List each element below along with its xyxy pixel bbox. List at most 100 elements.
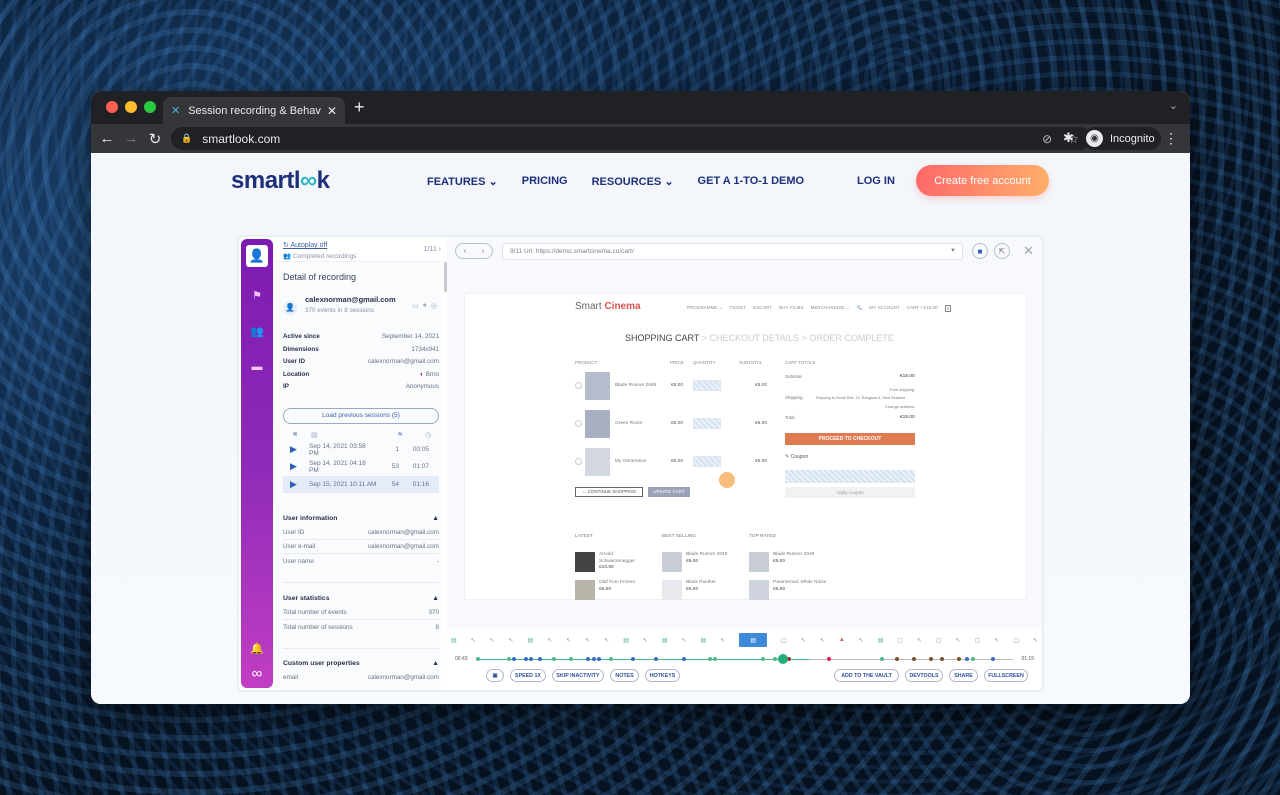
new-tab-button[interactable]: + — [354, 97, 365, 118]
timeline-event-marker[interactable] — [965, 657, 970, 661]
timeline-event-marker[interactable] — [597, 657, 602, 661]
visited-url-select[interactable]: 9/11 Url: https://demo.smartcinema.co/ca… — [502, 242, 963, 260]
smartlook-logo[interactable]: smartl∞k — [231, 167, 330, 195]
devtools-button[interactable]: DEVTOOLS — [905, 669, 943, 682]
forward-icon[interactable]: → — [119, 130, 143, 147]
notes-button[interactable]: NOTES — [610, 669, 639, 682]
click-event-icon[interactable]: ↖ — [801, 637, 806, 644]
browser-tab[interactable]: ✕ Session recording & Behavior / ✕ — [163, 97, 345, 124]
nav-resources[interactable]: RESOURCES ⌄ — [592, 175, 674, 188]
collapse-icon[interactable]: ▲ — [432, 515, 439, 522]
pageview-event-icon[interactable]: ▤ — [623, 637, 629, 644]
extensions-puzzle-icon[interactable]: ✱ — [1063, 130, 1074, 146]
timeline-event-marker[interactable] — [512, 657, 517, 661]
minimize-window-button[interactable] — [125, 101, 137, 113]
stop-button[interactable]: ■ — [972, 243, 988, 259]
click-event-icon[interactable]: ↖ — [956, 637, 961, 644]
timeline-event-marker[interactable] — [928, 657, 933, 661]
click-event-icon[interactable]: ↖ — [720, 637, 725, 644]
user-information-header[interactable]: User information ▲ — [283, 515, 439, 522]
timeline-event-marker[interactable] — [880, 657, 885, 661]
maximize-window-button[interactable] — [144, 101, 156, 113]
timeline-event-marker[interactable] — [631, 657, 636, 661]
session-row[interactable]: ▶ Sep 14, 2021 03:58 PM 1 00:05 — [283, 441, 439, 458]
box-event-icon[interactable]: ▢ — [781, 637, 787, 644]
play-icon[interactable]: ▶ — [283, 461, 309, 472]
timeline-event-marker[interactable] — [713, 657, 718, 661]
pageview-event-icon[interactable]: ▤ — [528, 637, 534, 644]
pageview-event-icon[interactable]: ▤ — [701, 637, 707, 644]
click-event-icon[interactable]: ↖ — [859, 637, 864, 644]
box-event-icon[interactable]: ▢ — [1013, 637, 1019, 644]
click-event-icon[interactable]: ↖ — [1033, 637, 1038, 644]
click-event-icon[interactable]: ↖ — [471, 637, 476, 644]
prev-page-icon[interactable]: ‹ — [464, 248, 466, 255]
reload-icon[interactable]: ↻ — [143, 130, 167, 148]
pageview-event-icon[interactable]: ▤ — [451, 637, 457, 644]
pageview-event-icon[interactable]: ▤ — [662, 637, 668, 644]
error-event-icon[interactable]: ▲ — [839, 637, 845, 643]
browser-menu-icon[interactable]: ⋮ — [1164, 130, 1178, 147]
click-event-icon[interactable]: ↖ — [994, 637, 999, 644]
box-event-icon[interactable]: ▢ — [975, 637, 981, 644]
timeline-event-marker[interactable] — [894, 657, 899, 661]
hotkeys-button[interactable]: HOTKEYS — [645, 669, 680, 682]
timeline-event-marker[interactable] — [529, 657, 534, 661]
timeline-event-marker[interactable] — [682, 657, 687, 661]
pageview-event-icon[interactable]: ▤ — [878, 637, 884, 644]
create-account-button[interactable]: Create free account — [916, 165, 1049, 196]
timeline-event-marker[interactable] — [506, 657, 511, 661]
recording-counter[interactable]: 1/11 › — [424, 246, 441, 253]
timeline-event-marker[interactable] — [956, 657, 961, 661]
timeline-event-marker[interactable] — [523, 657, 528, 661]
smartlook-infinity-icon[interactable]: ∞ — [241, 665, 273, 682]
open-external-icon[interactable]: ⇱ — [994, 243, 1010, 259]
nav-demo[interactable]: GET A 1-TO-1 DEMO — [698, 175, 805, 188]
share-button[interactable]: SHARE — [949, 669, 978, 682]
incognito-profile-button[interactable]: ◉ Incognito — [1083, 127, 1161, 150]
click-event-icon[interactable]: ↖ — [547, 637, 552, 644]
playhead[interactable] — [778, 654, 789, 664]
tracking-off-eye-icon[interactable]: ⊘ — [1042, 132, 1052, 146]
timeline-event-marker[interactable] — [537, 657, 542, 661]
user-statistics-header[interactable]: User statistics ▲ — [283, 595, 439, 602]
timeline-event-marker[interactable] — [971, 657, 975, 661]
close-tab-icon[interactable]: ✕ — [327, 104, 337, 118]
timeline-event-marker[interactable] — [707, 657, 712, 661]
click-event-icon[interactable]: ↖ — [820, 637, 825, 644]
url-input[interactable]: 🔒 smartlook.com ⊘ ☆ — [171, 127, 1091, 150]
box-event-icon[interactable]: ▢ — [936, 637, 942, 644]
timeline-event-marker[interactable] — [568, 657, 573, 661]
click-event-icon[interactable]: ↖ — [585, 637, 590, 644]
tab-search-chevron-icon[interactable]: ⌄ — [1169, 99, 1178, 112]
users-icon[interactable]: 👥 — [241, 325, 273, 338]
add-to-vault-button[interactable]: ADD TO THE VAULT — [834, 669, 899, 682]
timeline-event-marker[interactable] — [772, 657, 777, 661]
collapse-icon[interactable]: ▲ — [432, 595, 439, 602]
collapse-icon[interactable]: ▲ — [432, 660, 439, 667]
next-page-icon[interactable]: › — [482, 248, 484, 255]
timeline-track[interactable] — [475, 654, 1014, 664]
close-window-button[interactable] — [106, 101, 118, 113]
load-previous-sessions-button[interactable]: Load previous sessions (5) — [283, 408, 439, 424]
box-event-icon[interactable]: ▢ — [897, 637, 903, 644]
play-icon[interactable]: ▶ — [283, 444, 309, 455]
nav-pricing[interactable]: PRICING — [522, 175, 568, 188]
timeline-event-marker[interactable] — [591, 657, 596, 661]
fullscreen-button[interactable]: FULLSCREEN — [984, 669, 1028, 682]
click-event-icon[interactable]: ↖ — [682, 637, 687, 644]
chat-icon[interactable]: ▬ — [241, 361, 273, 373]
custom-properties-header[interactable]: Custom user properties ▲ — [283, 660, 439, 667]
play-icon[interactable]: ▶ — [283, 479, 309, 490]
click-event-icon[interactable]: ↖ — [490, 637, 495, 644]
timeline-event-marker[interactable] — [826, 657, 831, 661]
flag-icon[interactable]: ⚑ — [241, 289, 273, 302]
event-active-icon[interactable]: ▤ — [739, 633, 768, 647]
timeline-event-marker[interactable] — [608, 657, 613, 661]
close-player-icon[interactable]: ✕ — [1023, 243, 1034, 259]
nav-features[interactable]: FEATURES ⌄ — [427, 175, 498, 188]
skip-inactivity-button[interactable]: SKIP INACTIVITY — [552, 669, 604, 682]
click-event-icon[interactable]: ↖ — [566, 637, 571, 644]
session-row[interactable]: ▶ Sep 14, 2021 04:18 PM 53 01:07 — [283, 458, 439, 475]
camera-toggle-icon[interactable]: ▣ — [486, 669, 504, 682]
